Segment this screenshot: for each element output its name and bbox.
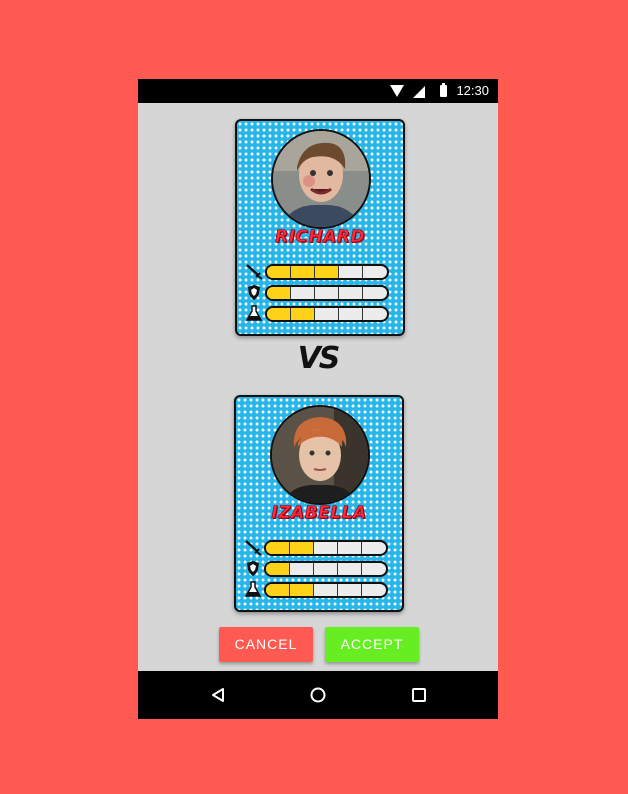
sword-icon: [245, 540, 262, 556]
potion-icon: [244, 581, 262, 597]
magic-bar: [264, 582, 388, 598]
stat-defense: [245, 284, 395, 301]
avatar: [271, 129, 371, 229]
stat-magic: [244, 581, 394, 598]
shield-icon: [247, 561, 259, 576]
stat-defense: [244, 560, 394, 577]
wifi-icon: [390, 85, 404, 97]
card-name: RICHARD: [275, 227, 365, 248]
player-card-izabella[interactable]: IZABELLA: [234, 395, 404, 612]
recents-icon[interactable]: [411, 687, 427, 703]
card-name: IZABELLA: [271, 503, 367, 524]
sword-icon: [246, 264, 263, 280]
status-time: 12:30: [456, 83, 489, 98]
avatar: [270, 405, 370, 505]
back-icon[interactable]: [210, 687, 226, 703]
status-bar: 12:30: [138, 79, 498, 103]
versus-label: VS: [297, 341, 341, 376]
stat-attack: [244, 539, 394, 556]
player-card-richard[interactable]: RICHARD: [235, 119, 405, 336]
attack-bar: [265, 264, 389, 280]
phone-screen: 12:30 RICHARD VS IZABELLA CANCEL ACCEPT: [138, 79, 498, 719]
potion-icon: [245, 305, 263, 321]
magic-bar: [265, 306, 389, 322]
defense-bar: [265, 285, 389, 301]
stat-attack: [245, 263, 395, 280]
battery-icon: [440, 83, 447, 97]
defense-bar: [264, 561, 388, 577]
cancel-button[interactable]: CANCEL: [219, 627, 313, 662]
attack-bar: [264, 540, 388, 556]
cell-signal-icon: [413, 86, 425, 98]
home-icon[interactable]: [310, 687, 326, 703]
accept-button[interactable]: ACCEPT: [325, 627, 419, 662]
navigation-bar: [138, 671, 498, 719]
shield-icon: [248, 285, 260, 300]
stat-magic: [245, 305, 395, 322]
